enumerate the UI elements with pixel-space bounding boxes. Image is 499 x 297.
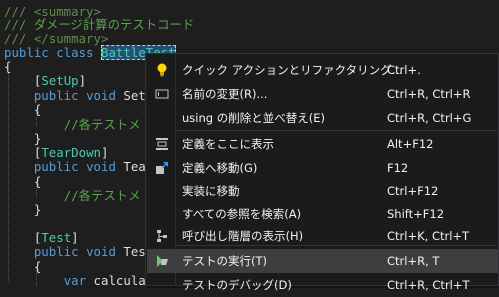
code-token: public <box>33 159 87 174</box>
indent-guide <box>36 112 37 126</box>
code-token: //各テストメ <box>63 117 141 132</box>
code-token: TearDown <box>41 145 101 160</box>
menu-item-shortcut: Alt+F12 <box>387 137 434 151</box>
code-token: ] <box>71 230 79 245</box>
menu-separator <box>175 245 497 246</box>
menu-item-label: テストのデバッグ(D) <box>182 278 292 292</box>
code-token: class <box>56 45 101 60</box>
indent-guide <box>8 66 9 282</box>
menu-separator <box>175 130 497 131</box>
menu-item-remove-sort-usings[interactable]: using の削除と並べ替え(E) Ctrl+R, Ctrl+G <box>147 106 498 130</box>
menu-item-peek-definition[interactable]: 定義をここに表示 Alt+F12 <box>147 132 498 156</box>
menu-item-shortcut: Ctrl+R, Ctrl+G <box>387 111 472 125</box>
code-token: Test <box>41 230 72 245</box>
code-token: public <box>33 244 87 259</box>
menu-item-label: すべての参照を検索(A) <box>182 207 302 221</box>
menu-item-shortcut: F12 <box>387 161 409 175</box>
menu-item-label: 名前の変更(R)... <box>182 87 268 101</box>
code-token: ] <box>78 73 87 88</box>
code-line[interactable]: var calculat <box>4 273 154 289</box>
code-token: /// <box>4 17 34 32</box>
menu-item-go-to-implementation[interactable]: 実装に移動 Ctrl+F12 <box>147 179 498 203</box>
menu-item-label: クイック アクションとリファクタリング... <box>182 63 403 77</box>
menu-item-shortcut: Shift+F12 <box>387 207 445 221</box>
menu-item-label: 実装に移動 <box>182 184 240 198</box>
context-menu: クイック アクションとリファクタリング... Ctrl+. 名前の変更(R)... C… <box>145 53 499 292</box>
code-token: ] <box>101 145 109 160</box>
menu-item-rename[interactable]: 名前の変更(R)... Ctrl+R, Ctrl+R <box>147 82 498 106</box>
code-token: void <box>86 244 124 259</box>
code-token: [ <box>4 145 42 160</box>
code-token: /// </summary> <box>4 31 109 46</box>
peek-definition-icon <box>154 136 170 152</box>
code-token: public <box>4 45 57 60</box>
menu-item-shortcut: Ctrl+. <box>387 63 421 77</box>
menu-item-shortcut: Ctrl+R, Ctrl+R <box>387 87 471 101</box>
menu-item-label: using の削除と並べ替え(E) <box>182 111 325 125</box>
indent-guide <box>36 183 37 197</box>
code-token: SetUp <box>41 73 79 88</box>
menu-item-label: 定義をここに表示 <box>182 137 274 151</box>
indent-guide <box>36 268 37 286</box>
run-tests-icon <box>154 253 170 269</box>
code-line[interactable]: [SetUp] <box>4 73 86 89</box>
code-token: void <box>86 88 124 103</box>
menu-item-debug-tests[interactable]: テストのデバッグ(D) Ctrl+R, Ctrl+T <box>147 273 498 297</box>
menu-item-shortcut: Ctrl+R, T <box>387 254 440 268</box>
code-token: ダメージ計算のテストコード <box>33 17 195 32</box>
menu-item-quick-actions[interactable]: クイック アクションとリファクタリング... Ctrl+. <box>147 58 498 82</box>
code-token: public <box>33 88 87 103</box>
call-hierarchy-icon <box>154 228 170 244</box>
code-token: //各テストメ <box>63 188 141 203</box>
code-token: void <box>86 159 124 174</box>
lightbulb-icon <box>154 62 170 78</box>
code-token: [ <box>4 230 42 245</box>
rename-icon <box>154 86 170 102</box>
menu-item-label: テストの実行(T) <box>182 254 267 268</box>
code-line[interactable]: } <box>4 202 41 218</box>
code-line[interactable]: public void Tear <box>4 159 153 175</box>
code-token: } <box>4 131 42 146</box>
menu-item-shortcut: Ctrl+R, Ctrl+T <box>387 278 470 292</box>
menu-item-find-all-references[interactable]: すべての参照を検索(A) Shift+F12 <box>147 202 498 226</box>
menu-item-label: 定義へ移動(G) <box>182 161 258 175</box>
code-token: } <box>4 202 42 217</box>
menu-item-run-tests[interactable]: テストの実行(T) Ctrl+R, T <box>147 249 498 273</box>
code-line[interactable]: public void Test <box>4 244 153 260</box>
menu-item-shortcut: Ctrl+F12 <box>387 184 439 198</box>
menu-item-go-to-definition[interactable]: 定義へ移動(G) F12 <box>147 156 498 180</box>
code-token: [ <box>4 73 42 88</box>
go-to-definition-icon <box>154 160 170 176</box>
